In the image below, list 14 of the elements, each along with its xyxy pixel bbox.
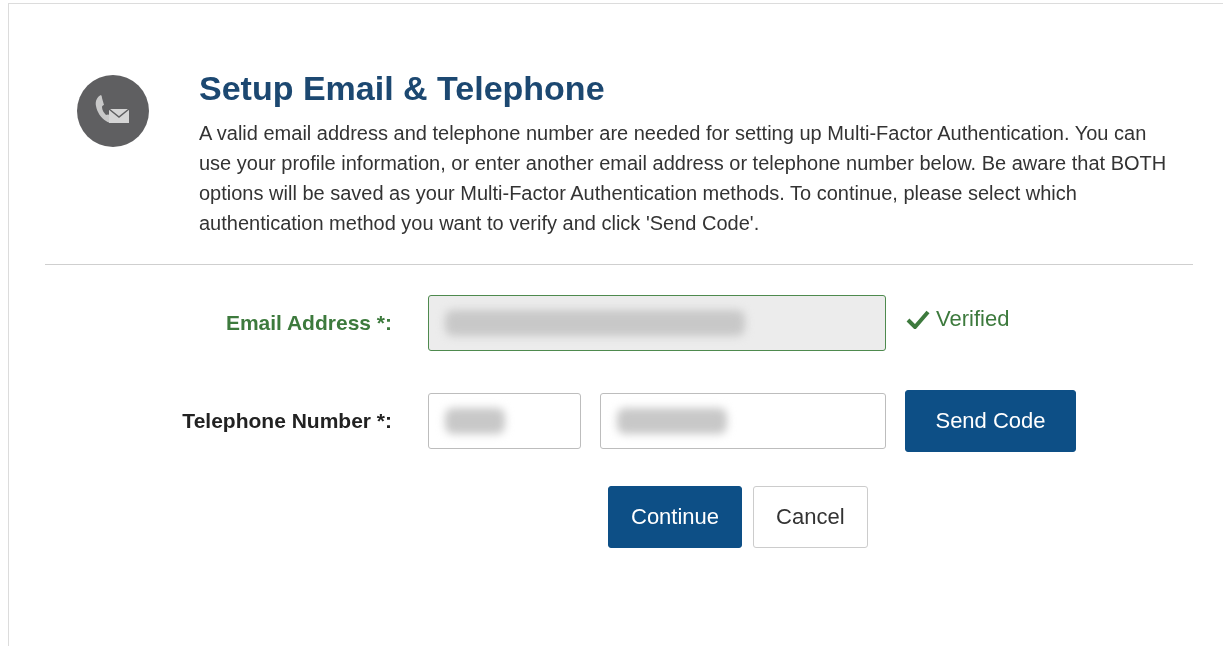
phone-number-field[interactable] [600,393,886,449]
phone-and-envelope-icon [77,75,149,147]
area-code-field[interactable] [428,393,581,449]
email-field[interactable] [428,295,886,351]
redacted-value [445,408,505,434]
page-title: Setup Email & Telephone [199,69,606,108]
email-label: Email Address *: [224,311,392,335]
verified-status: Verified [936,306,1010,332]
send-code-button[interactable]: Send Code [905,390,1076,452]
continue-button[interactable]: Continue [608,486,743,548]
cancel-button[interactable]: Cancel [753,486,868,548]
instructions-text: A valid email address and telephone number are needed for setting up Multi-Factor Authentication. You can use your profile information, or enter another email address or telephone number below. Be aware that BOTH options will be saved as your Multi-Factor Authentication methods. To continue, please select which authentication method you want to verify and click 'Send Code'. [199,121,1168,236]
checkmark-icon [906,309,930,329]
telephone-label: Telephone Number *: [181,409,392,433]
